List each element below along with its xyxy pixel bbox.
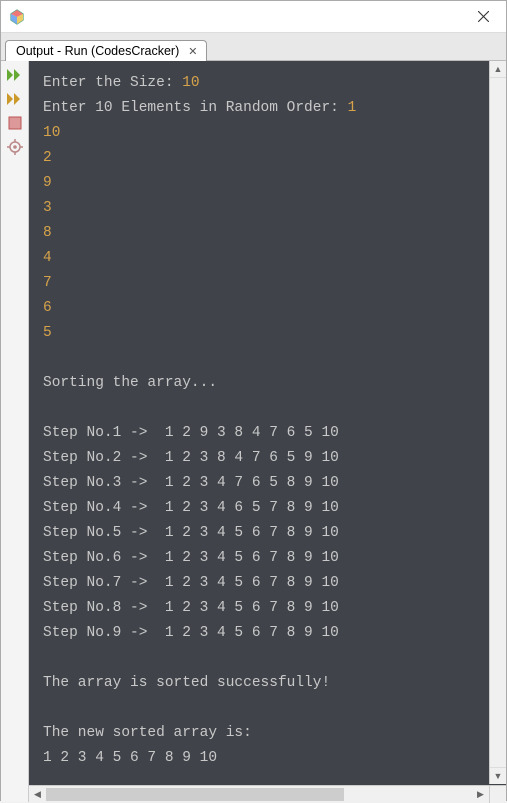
scroll-left-icon[interactable]: ◀ — [29, 786, 46, 803]
run-again-button[interactable] — [4, 89, 26, 109]
input-1: 10 — [43, 125, 60, 141]
tab-bar: Output - Run (CodesCracker) ✕ — [1, 33, 506, 61]
new-array: 1 2 3 4 5 6 7 8 9 10 — [43, 750, 217, 766]
console-output[interactable]: Enter the Size: 10 Enter 10 Elements in … — [29, 61, 506, 785]
stop-button[interactable] — [4, 113, 26, 133]
step-9: Step No.9 -> 1 2 3 4 5 6 7 8 9 10 — [43, 625, 339, 641]
horizontal-scrollbar[interactable]: ◀ ▶ — [29, 785, 506, 802]
tab-output-run[interactable]: Output - Run (CodesCracker) ✕ — [5, 40, 207, 61]
step-2: Step No.2 -> 1 2 3 8 4 7 6 5 9 10 — [43, 450, 339, 466]
input-size: 10 — [182, 75, 199, 91]
input-6: 4 — [43, 250, 52, 266]
scroll-track[interactable] — [46, 786, 472, 803]
prompt-size: Enter the Size: — [43, 75, 182, 91]
input-4: 3 — [43, 200, 52, 216]
step-3: Step No.3 -> 1 2 3 4 7 6 5 8 9 10 — [43, 475, 339, 491]
main-area: Enter the Size: 10 Enter 10 Elements in … — [1, 61, 506, 802]
input-3: 9 — [43, 175, 52, 191]
settings-button[interactable] — [4, 137, 26, 157]
rerun-button[interactable] — [4, 65, 26, 85]
step-4: Step No.4 -> 1 2 3 4 6 5 7 8 9 10 — [43, 500, 339, 516]
prompt-elements: Enter 10 Elements in Random Order: — [43, 100, 348, 116]
input-0: 1 — [348, 100, 357, 116]
new-array-label: The new sorted array is: — [43, 725, 252, 741]
scroll-up-icon[interactable]: ▲ — [490, 61, 506, 78]
input-8: 6 — [43, 300, 52, 316]
tab-close-icon[interactable]: ✕ — [185, 45, 200, 58]
scroll-corner — [489, 786, 506, 803]
console-wrap: Enter the Size: 10 Enter 10 Elements in … — [29, 61, 506, 802]
app-icon — [9, 9, 25, 25]
step-7: Step No.7 -> 1 2 3 4 5 6 7 8 9 10 — [43, 575, 339, 591]
scroll-down-icon[interactable]: ▼ — [490, 767, 506, 784]
step-5: Step No.5 -> 1 2 3 4 5 6 7 8 9 10 — [43, 525, 339, 541]
step-1: Step No.1 -> 1 2 9 3 8 4 7 6 5 10 — [43, 425, 339, 441]
input-2: 2 — [43, 150, 52, 166]
input-9: 5 — [43, 325, 52, 341]
close-button[interactable] — [461, 1, 506, 33]
success-msg: The array is sorted successfully! — [43, 675, 330, 691]
step-6: Step No.6 -> 1 2 3 4 5 6 7 8 9 10 — [43, 550, 339, 566]
scroll-right-icon[interactable]: ▶ — [472, 786, 489, 803]
scroll-thumb[interactable] — [46, 788, 344, 801]
step-8: Step No.8 -> 1 2 3 4 5 6 7 8 9 10 — [43, 600, 339, 616]
input-5: 8 — [43, 225, 52, 241]
output-toolbar — [1, 61, 29, 802]
sorting-msg: Sorting the array... — [43, 375, 217, 391]
vertical-scrollbar[interactable]: ▲ ▼ — [489, 61, 506, 784]
input-7: 7 — [43, 275, 52, 291]
window-titlebar — [1, 1, 506, 33]
tab-label: Output - Run (CodesCracker) — [16, 44, 179, 58]
